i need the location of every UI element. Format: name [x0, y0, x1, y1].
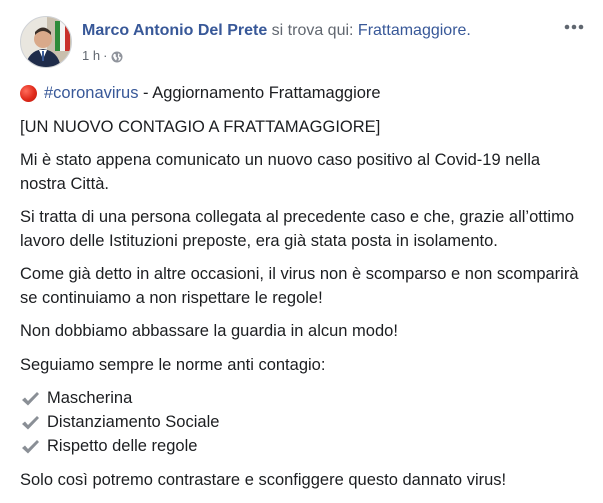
tag-line-text: - Aggiornamento Frattamaggiore	[138, 84, 381, 102]
hashtag-link[interactable]: #coronavirus	[44, 82, 138, 106]
place-link[interactable]: Frattamaggiore.	[358, 22, 471, 39]
checklist-item-label: Rispetto delle regole	[47, 437, 198, 456]
checklist-item: Rispetto delle regole	[20, 435, 590, 459]
globe-icon[interactable]	[111, 50, 123, 63]
post-time[interactable]: 1 h	[82, 47, 100, 65]
post-paragraph: [UN NUOVO CONTAGIO A FRATTAMAGGIORE]	[20, 117, 381, 136]
post-paragraph: Mi è stato appena comunicato un nuovo ca…	[20, 151, 541, 193]
checklist-item: Distanziamento Sociale	[20, 411, 590, 435]
author-status: si trova qui:	[267, 22, 358, 39]
tag-line: #coronavirus - Aggiornamento Frattamaggi…	[20, 82, 590, 106]
post-paragraph: Non dobbiamo abbassare la guardia in alc…	[20, 322, 398, 340]
post-meta: 1 h ·	[82, 47, 123, 65]
meta-separator: ·	[103, 48, 108, 63]
author-line: Marco Antonio Del Prete si trova qui: Fr…	[82, 21, 471, 41]
author-name[interactable]: Marco Antonio Del Prete	[82, 22, 267, 39]
post-body: #coronavirus - Aggiornamento Frattamaggi…	[20, 82, 590, 503]
checklist: Mascherina Distanziamento Sociale Rispet…	[20, 387, 590, 459]
facebook-post: Marco Antonio Del Prete si trova qui: Fr…	[0, 0, 603, 503]
post-header: Marco Antonio Del Prete si trova qui: Fr…	[20, 16, 590, 70]
checklist-item-label: Distanziamento Sociale	[47, 413, 220, 432]
post-closing: Solo così potremo contrastare e sconfigg…	[20, 471, 507, 489]
checklist-item-label: Mascherina	[47, 389, 133, 408]
check-mark-icon	[20, 438, 40, 456]
post-paragraph: Seguiamo sempre le norme anti contagio:	[20, 355, 326, 374]
author-avatar[interactable]	[20, 16, 72, 68]
post-paragraph: Come già detto in altre occasioni, il vi…	[20, 265, 579, 307]
check-mark-icon	[20, 414, 40, 432]
check-mark-icon	[20, 390, 40, 408]
post-paragraph: Si tratta di una persona collegata al pr…	[20, 208, 574, 250]
more-options-icon[interactable]	[562, 20, 586, 34]
red-circle-icon	[20, 85, 37, 103]
checklist-item: Mascherina	[20, 387, 590, 411]
